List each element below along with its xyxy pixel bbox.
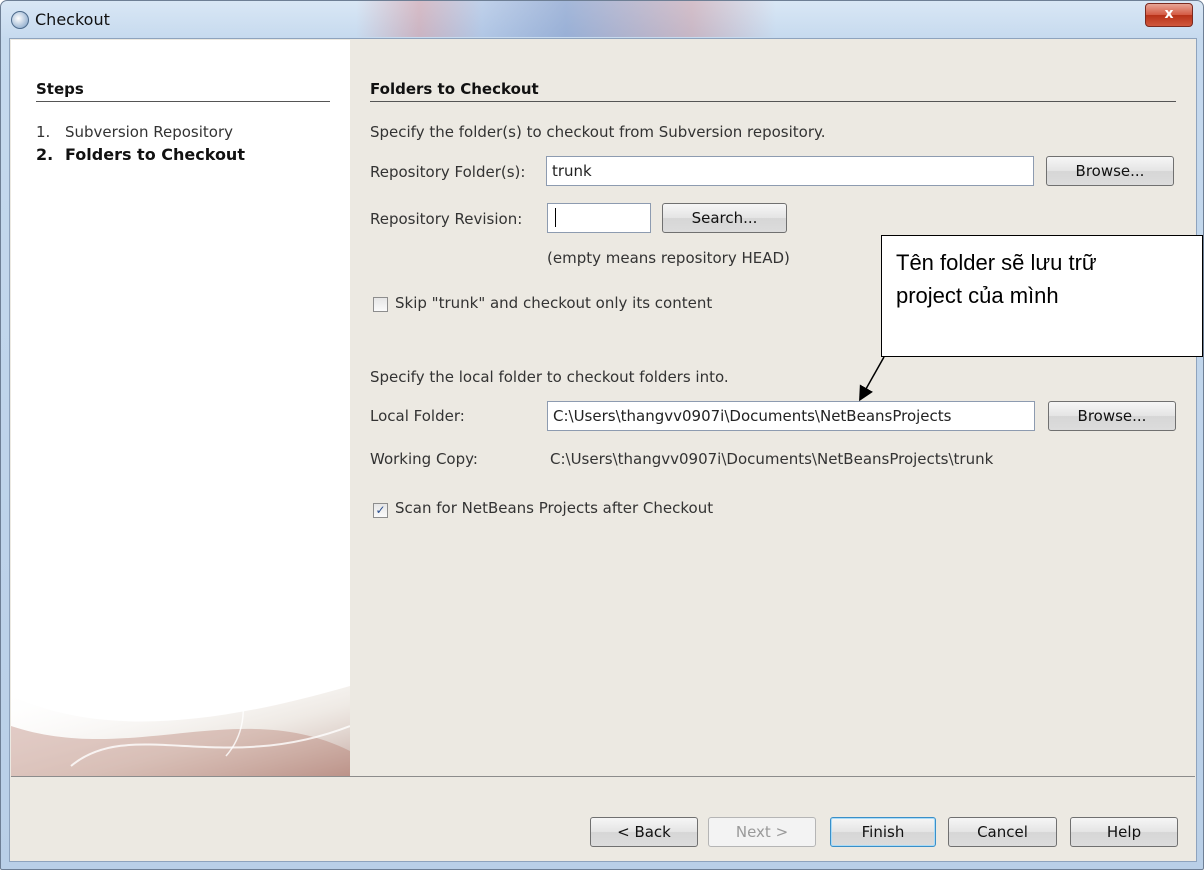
search-revision-button[interactable]: Search...	[662, 203, 787, 233]
browse-local-folder-button[interactable]: Browse...	[1048, 401, 1176, 431]
step-number: 2.	[36, 145, 54, 164]
annotation-callout: Tên folder sẽ lưu trữ project của mình	[881, 235, 1203, 357]
checkout-window: Checkout x Steps 1. Subversion Repository…	[0, 0, 1204, 870]
section-title: Folders to Checkout	[370, 80, 1176, 102]
step-folders-to-checkout: 2. Folders to Checkout	[36, 145, 245, 164]
step-label: Folders to Checkout	[65, 145, 245, 164]
back-button[interactable]: < Back	[590, 817, 698, 847]
step-number: 1.	[36, 123, 51, 141]
working-copy-value: C:\Users\thangvv0907i\Documents\NetBeans…	[550, 450, 994, 468]
netbeans-app-icon	[11, 11, 29, 29]
next-button[interactable]: Next >	[708, 817, 816, 847]
netbeans-banner-logo	[356, 1, 776, 37]
main-panel: Folders to Checkout Specify the folder(s…	[351, 40, 1195, 776]
local-folder-input[interactable]	[547, 401, 1035, 431]
specify-folders-text: Specify the folder(s) to checkout from S…	[370, 123, 826, 141]
repository-revision-input[interactable]	[547, 203, 651, 233]
title-bar[interactable]: Checkout x	[1, 1, 1203, 39]
cancel-button[interactable]: Cancel	[948, 817, 1057, 847]
repository-folder-label: Repository Folder(s):	[370, 163, 526, 181]
scan-projects-checkbox[interactable]: ✓	[373, 503, 388, 518]
footer-separator	[11, 776, 1195, 777]
dialog-body: Steps 1. Subversion Repository 2. Folders …	[9, 38, 1197, 862]
revision-hint: (empty means repository HEAD)	[547, 249, 790, 267]
step-label: Subversion Repository	[65, 123, 234, 141]
scan-projects-label: Scan for NetBeans Projects after Checkou…	[395, 499, 714, 517]
window-title: Checkout	[35, 10, 110, 29]
repository-revision-label: Repository Revision:	[370, 210, 523, 228]
working-copy-label: Working Copy:	[370, 450, 478, 468]
steps-panel: Steps 1. Subversion Repository 2. Folders …	[11, 40, 350, 776]
decorative-swoosh-graphic	[11, 654, 350, 776]
skip-trunk-label: Skip "trunk" and checkout only its conte…	[395, 294, 713, 312]
help-button[interactable]: Help	[1070, 817, 1178, 847]
annotation-line-1: Tên folder sẽ lưu trữ	[896, 250, 1097, 275]
close-button[interactable]: x	[1145, 3, 1193, 27]
local-folder-label: Local Folder:	[370, 407, 465, 425]
local-folder-specify-text: Specify the local folder to checkout fol…	[370, 368, 729, 386]
step-subversion-repository: 1. Subversion Repository	[36, 123, 233, 141]
text-cursor	[555, 208, 556, 227]
annotation-line-2: project của mình	[896, 283, 1059, 308]
repository-folder-input[interactable]	[546, 156, 1034, 186]
finish-button[interactable]: Finish	[830, 817, 936, 847]
steps-title: Steps	[36, 80, 330, 102]
browse-repository-button[interactable]: Browse...	[1046, 156, 1174, 186]
skip-trunk-checkbox[interactable]	[373, 297, 388, 312]
